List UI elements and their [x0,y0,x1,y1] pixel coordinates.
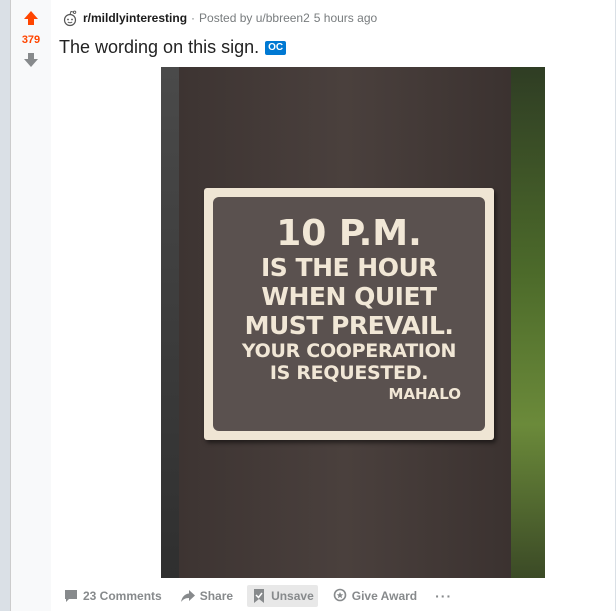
subreddit-link[interactable]: r/mildlyinteresting [83,11,187,25]
upvote-arrow-icon[interactable] [23,10,39,26]
post-title-row: The wording on this sign. OC [59,37,287,58]
comments-label: 23 Comments [83,589,162,603]
more-options-button[interactable]: ··· [431,585,456,607]
unsave-label: Unsave [271,589,314,603]
bookmark-icon [254,589,265,603]
background-window [161,67,179,578]
share-arrow-icon [180,590,195,602]
posted-by-user[interactable]: Posted by u/bbreen2 [199,11,310,25]
post-actions-bar: 23 Comments Share Unsave Give Award ··· [59,584,466,608]
background-foliage [511,67,545,578]
share-label: Share [199,589,234,603]
vote-score: 379 [21,34,41,46]
sign-line: IS THE HOUR [261,253,438,282]
sign-line: MUST PREVAIL. [244,311,454,340]
post-title[interactable]: The wording on this sign. [59,37,259,58]
sign-line: IS REQUESTED. [269,362,429,384]
sign-face: 10 P.M. IS THE HOUR WHEN QUIET MUST PREV… [213,197,485,431]
sign-line: 10 P.M. [276,213,422,254]
post-meta: r/mildlyinteresting · Posted by u/bbreen… [61,9,377,27]
unsave-button[interactable]: Unsave [247,585,318,607]
quiet-hours-sign: 10 P.M. IS THE HOUR WHEN QUIET MUST PREV… [204,188,494,440]
downvote-arrow-icon[interactable] [23,52,39,68]
vote-column: 379 [11,0,51,611]
comments-button[interactable]: 23 Comments [59,585,166,607]
post-card: 379 r/mildlyinteresting · Posted by u/bb… [10,0,615,611]
give-award-button[interactable]: Give Award [328,585,421,607]
sign-line: YOUR COOPERATION [241,340,457,362]
share-button[interactable]: Share [176,585,237,607]
give-award-label: Give Award [351,589,418,603]
sign-line: WHEN QUIET [261,282,437,311]
sign-line: MAHALO [388,385,461,403]
oc-flair-badge[interactable]: OC [265,40,287,55]
award-icon [333,588,347,602]
meta-separator: · [191,11,196,25]
post-image[interactable]: 10 P.M. IS THE HOUR WHEN QUIET MUST PREV… [161,67,545,578]
reddit-alien-icon[interactable] [61,9,79,27]
post-time: 5 hours ago [313,11,378,25]
comment-icon [65,590,77,602]
